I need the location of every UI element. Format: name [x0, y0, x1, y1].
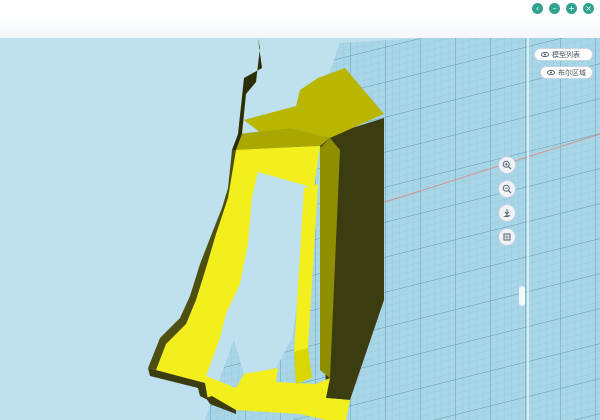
- zoom-in-button[interactable]: [498, 156, 516, 174]
- model-panel: 模型列表 布尔区域: [534, 48, 593, 84]
- panel-splitter-handle[interactable]: [519, 286, 525, 306]
- toolbar-strip: [0, 14, 600, 38]
- eye-icon: [547, 70, 555, 75]
- layers-label: 布尔区域: [558, 68, 586, 77]
- zoom-in-icon: [502, 160, 512, 170]
- view-toolbar: [498, 156, 516, 246]
- minimize-button[interactable]: –: [549, 3, 560, 14]
- zoom-out-icon: [502, 184, 512, 194]
- view-cube-button[interactable]: [498, 228, 516, 246]
- close-button[interactable]: ×: [583, 3, 594, 14]
- zoom-out-button[interactable]: [498, 180, 516, 198]
- back-button[interactable]: ‹: [532, 3, 543, 14]
- place-on-ground-button[interactable]: [498, 204, 516, 222]
- title-bar: ‹ – + ×: [0, 0, 600, 39]
- maximize-button[interactable]: +: [566, 3, 577, 14]
- window-controls: ‹ – + ×: [532, 3, 594, 14]
- model-list-item[interactable]: 模型列表: [534, 48, 593, 61]
- download-arrow-icon: [503, 209, 511, 217]
- eye-icon: [541, 52, 549, 57]
- layers-item[interactable]: 布尔区域: [540, 66, 593, 79]
- model-list-label: 模型列表: [552, 50, 580, 59]
- cube-icon: [503, 233, 511, 241]
- app-window: ‹ – + × 模型列表 布尔区域: [0, 0, 600, 420]
